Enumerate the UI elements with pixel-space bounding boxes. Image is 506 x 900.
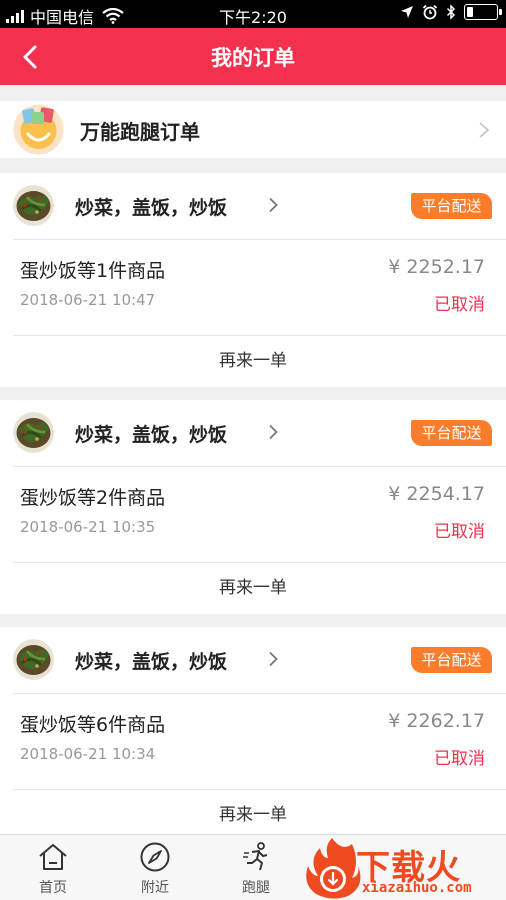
chevron-right-icon bbox=[269, 197, 278, 213]
order-card: 炒菜，盖饭，炒饭 平台配送 蛋炒饭等1件商品 2018-06-21 10:47 … bbox=[0, 173, 506, 387]
shop-name: 炒菜，盖饭，炒饭 bbox=[75, 424, 228, 446]
alarm-icon bbox=[422, 4, 438, 20]
status-bar: 中国电信 下午2:20 bbox=[0, 0, 506, 28]
order-items-summary: 蛋炒饭等1件商品 bbox=[20, 260, 166, 282]
shop-thumbnail bbox=[13, 185, 54, 226]
divider bbox=[13, 239, 506, 240]
home-icon bbox=[39, 844, 67, 870]
tab-label: 跑腿 bbox=[242, 880, 270, 896]
order-items-summary: 蛋炒饭等2件商品 bbox=[20, 487, 166, 509]
delivery-badge: 平台配送 bbox=[411, 193, 492, 219]
divider bbox=[13, 466, 506, 467]
runner-icon bbox=[243, 842, 268, 871]
order-status: 已取消 bbox=[434, 749, 485, 769]
order-price: ¥ 2252.17 bbox=[388, 256, 485, 278]
page-title: 我的订单 bbox=[211, 46, 295, 70]
divider bbox=[13, 693, 506, 694]
watermark: 下载火 xiazaihuo.com bbox=[302, 836, 506, 900]
order-status: 已取消 bbox=[434, 522, 485, 542]
shop-link[interactable]: 炒菜，盖饭，炒饭 平台配送 bbox=[0, 400, 506, 466]
status-right bbox=[400, 4, 502, 20]
nav-bar: 我的订单 bbox=[0, 28, 506, 85]
shop-thumbnail bbox=[13, 412, 54, 453]
order-date: 2018-06-21 10:34 bbox=[20, 745, 156, 763]
tab-label: 首页 bbox=[39, 880, 67, 896]
shop-name: 炒菜，盖饭，炒饭 bbox=[75, 651, 228, 673]
smiley-avatar-icon bbox=[13, 104, 64, 155]
order-price: ¥ 2254.17 bbox=[388, 483, 485, 505]
order-price: ¥ 2262.17 bbox=[388, 710, 485, 732]
location-arrow-icon bbox=[401, 6, 413, 18]
compass-icon bbox=[140, 842, 170, 872]
tab-errand[interactable]: 跑腿 bbox=[206, 835, 306, 900]
food-dish-icon bbox=[13, 185, 54, 226]
runner-order-entry[interactable]: 万能跑腿订单 bbox=[0, 101, 506, 158]
order-status: 已取消 bbox=[434, 295, 485, 315]
order-date: 2018-06-21 10:35 bbox=[20, 518, 156, 536]
order-card: 炒菜，盖饭，炒饭 平台配送 蛋炒饭等6件商品 2018-06-21 10:34 … bbox=[0, 627, 506, 841]
order-date: 2018-06-21 10:47 bbox=[20, 291, 156, 309]
chevron-right-icon bbox=[269, 651, 278, 667]
runner-order-label: 万能跑腿订单 bbox=[80, 120, 200, 144]
delivery-badge: 平台配送 bbox=[411, 420, 492, 446]
flame-logo-icon bbox=[306, 838, 361, 899]
reorder-button[interactable]: 再来一单 bbox=[0, 335, 506, 387]
tab-nearby[interactable]: 附近 bbox=[105, 835, 205, 900]
reorder-button[interactable]: 再来一单 bbox=[0, 562, 506, 614]
chevron-right-icon bbox=[479, 122, 490, 138]
food-dish-icon bbox=[13, 639, 54, 680]
bluetooth-icon bbox=[446, 4, 456, 20]
shop-link[interactable]: 炒菜，盖饭，炒饭 平台配送 bbox=[0, 627, 506, 693]
battery-icon bbox=[464, 4, 502, 20]
watermark-url: xiazaihuo.com bbox=[362, 880, 472, 896]
shop-name: 炒菜，盖饭，炒饭 bbox=[75, 197, 228, 219]
shop-link[interactable]: 炒菜，盖饭，炒饭 平台配送 bbox=[0, 173, 506, 239]
food-dish-icon bbox=[13, 412, 54, 453]
battery-fill bbox=[467, 7, 473, 17]
delivery-badge: 平台配送 bbox=[411, 647, 492, 673]
chevron-right-icon bbox=[269, 424, 278, 440]
order-card: 炒菜，盖饭，炒饭 平台配送 蛋炒饭等2件商品 2018-06-21 10:35 … bbox=[0, 400, 506, 614]
tab-home[interactable]: 首页 bbox=[3, 835, 103, 900]
order-items-summary: 蛋炒饭等6件商品 bbox=[20, 714, 166, 736]
tab-label: 附近 bbox=[141, 880, 169, 896]
shop-thumbnail bbox=[13, 639, 54, 680]
